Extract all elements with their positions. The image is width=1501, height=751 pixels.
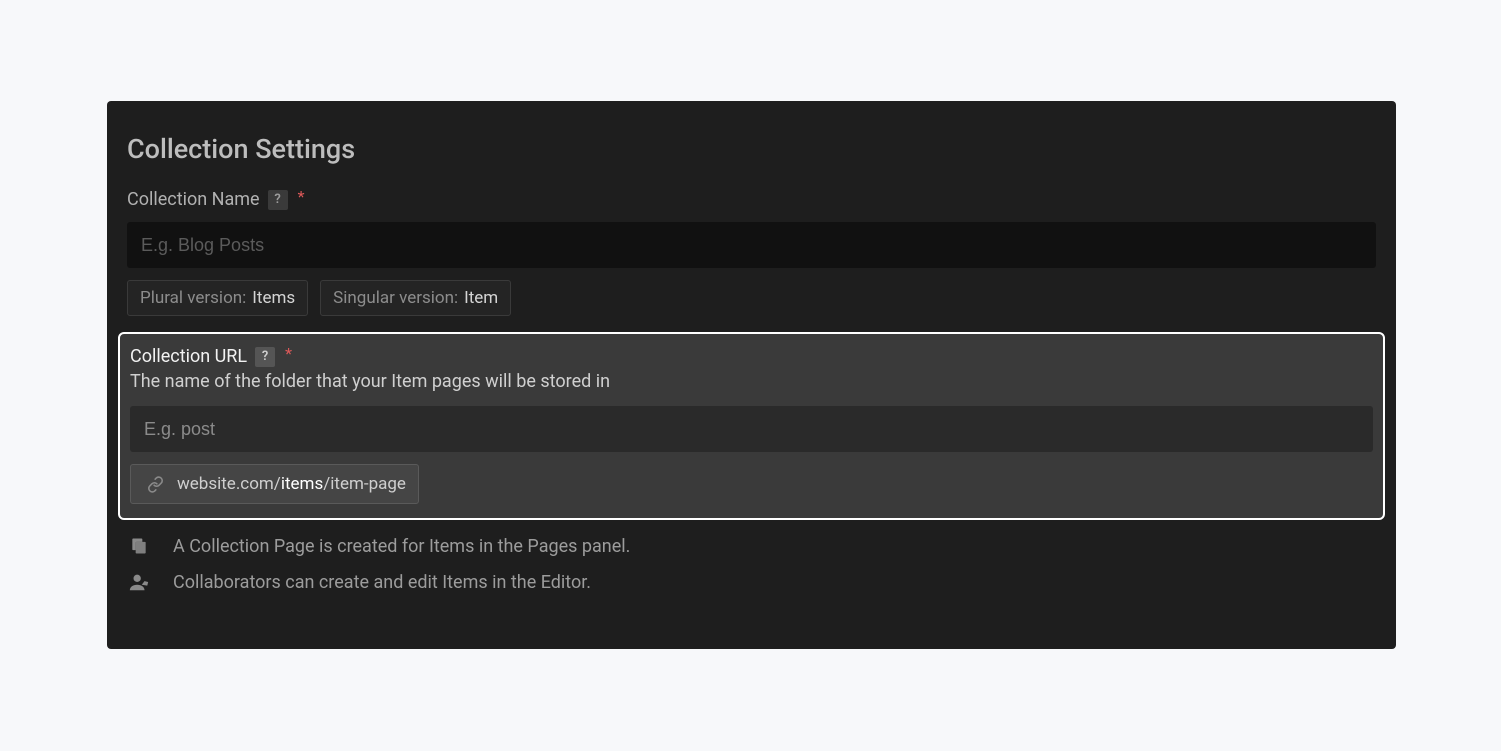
collection-name-field: Collection Name ? * Plural version: Item… <box>107 183 1396 316</box>
info-row-collab: Collaborators can create and edit Items … <box>127 570 1376 594</box>
collaborators-icon <box>127 570 151 594</box>
plural-version-value: Items <box>252 288 295 308</box>
collection-name-label-row: Collection Name ? * <box>127 189 1376 210</box>
url-preview-suffix: /item-page <box>323 474 406 494</box>
help-icon[interactable]: ? <box>268 190 288 210</box>
panel-title: Collection Settings <box>107 125 1396 183</box>
collection-settings-panel: Collection Settings Collection Name ? * … <box>107 101 1396 649</box>
collection-url-help-text: The name of the folder that your Item pa… <box>130 371 1373 392</box>
help-icon[interactable]: ? <box>255 347 275 367</box>
singular-version-value: Item <box>464 288 498 308</box>
info-collab-text: Collaborators can create and edit Items … <box>173 572 591 593</box>
plural-version-label: Plural version: <box>140 288 246 308</box>
url-preview-prefix: website.com/ <box>177 474 281 494</box>
singular-version-chip[interactable]: Singular version: Item <box>320 280 511 316</box>
info-page-text: A Collection Page is created for Items i… <box>173 536 630 557</box>
collection-url-input[interactable] <box>130 406 1373 452</box>
info-list: A Collection Page is created for Items i… <box>107 520 1396 594</box>
required-mark: * <box>298 187 305 206</box>
url-preview-chip: website.com/items/item-page <box>130 464 419 504</box>
url-preview-bold: items <box>281 474 323 494</box>
url-preview-text: website.com/items/item-page <box>177 474 406 494</box>
info-row-page: A Collection Page is created for Items i… <box>127 534 1376 558</box>
version-chip-row: Plural version: Items Singular version: … <box>127 280 1376 316</box>
collection-url-label-row: Collection URL ? * <box>130 346 1373 367</box>
plural-version-chip[interactable]: Plural version: Items <box>127 280 308 316</box>
collection-name-label: Collection Name <box>127 189 260 210</box>
pages-icon <box>127 534 151 558</box>
singular-version-label: Singular version: <box>333 288 458 308</box>
collection-url-section: Collection URL ? * The name of the folde… <box>118 332 1385 520</box>
collection-name-input[interactable] <box>127 222 1376 268</box>
collection-url-label: Collection URL <box>130 346 247 367</box>
required-mark: * <box>285 344 292 363</box>
link-icon <box>143 472 167 496</box>
